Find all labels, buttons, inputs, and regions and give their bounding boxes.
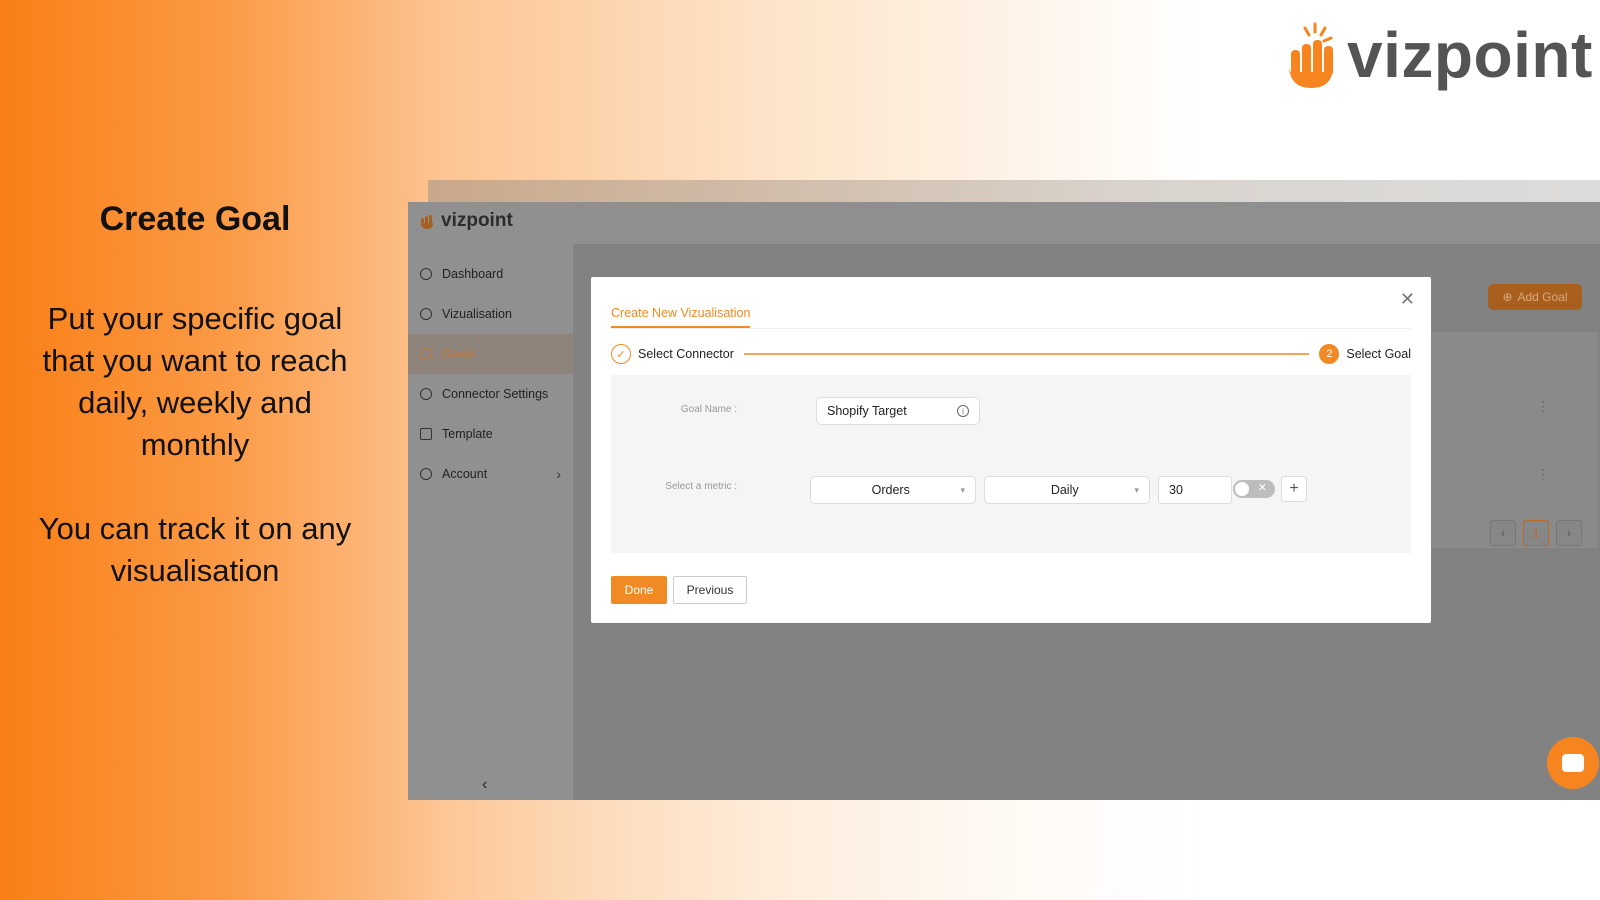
chat-icon	[1562, 754, 1584, 772]
goal-name-input[interactable]: Shopify Target i	[816, 397, 980, 425]
brand-name: vizpoint	[1347, 19, 1593, 91]
stepper: ✓ Select Connector 2 Select Goal	[611, 343, 1411, 365]
toggle-knob	[1235, 482, 1249, 496]
goal-form: Goal Name : Shopify Target i Select a me…	[611, 375, 1411, 553]
hand-logo-icon	[1289, 22, 1333, 88]
app-header	[408, 202, 1600, 244]
plus-icon: +	[1289, 480, 1299, 497]
chevron-down-icon: ▾	[1134, 484, 1139, 495]
chat-button[interactable]	[1547, 737, 1599, 789]
hand-logo-icon	[421, 215, 433, 229]
hero-description: Put your specific goal that you want to …	[42, 301, 348, 462]
sidebar-item-label: Template	[442, 427, 493, 441]
chevron-down-icon: ▾	[960, 484, 965, 495]
step-label: Select Connector	[638, 347, 734, 361]
gear-icon	[420, 388, 432, 400]
period-value: Daily	[1050, 483, 1079, 497]
sidebar-logo[interactable]: vizpoint	[420, 210, 513, 232]
plus-circle-icon: ⊕	[1502, 290, 1513, 304]
sidebar-item-template[interactable]: Template	[408, 414, 573, 454]
sidebar-item-label: Vizualisation	[442, 307, 512, 321]
step-label: Select Goal	[1346, 347, 1411, 361]
window-top-strip	[428, 180, 1600, 202]
goal-toggle[interactable]: ✕	[1233, 480, 1275, 498]
row-menu-icon[interactable]: ⋮	[1536, 398, 1550, 415]
user-icon	[420, 468, 432, 480]
info-icon[interactable]: i	[957, 405, 969, 417]
goal-name-value: Shopify Target	[827, 404, 907, 418]
sidebar-logo-text: vizpoint	[441, 210, 513, 231]
create-goal-modal: ✕ Create New Vizualisation ✓ Select Conn…	[591, 277, 1431, 623]
add-goal-button[interactable]: ⊕ Add Goal	[1488, 284, 1582, 310]
hero-title: Create Goal	[99, 200, 291, 238]
close-icon: ✕	[1257, 482, 1267, 494]
step-number: 2	[1319, 344, 1340, 364]
pagination-page[interactable]: 1	[1523, 520, 1549, 546]
goal-name-label: Goal Name :	[680, 404, 737, 415]
sidebar-item-label: Account	[442, 467, 488, 481]
sidebar-item-label: Connector Settings	[442, 387, 549, 401]
row-menu-icon[interactable]: ⋮	[1536, 466, 1550, 483]
sidebar-item-account[interactable]: Account ›	[408, 454, 573, 494]
sidebar-item-label: Goals	[442, 347, 475, 361]
period-select[interactable]: Daily ▾	[984, 476, 1150, 504]
target-value: 30	[1169, 483, 1183, 497]
tab-create-new-vizualisation[interactable]: Create New Vizualisation	[611, 306, 751, 328]
target-icon	[420, 348, 432, 360]
hero-subdescription: You can track it on any visualisation	[38, 511, 352, 588]
brand-logo: vizpoint	[1285, 18, 1593, 92]
sidebar-nav: Dashboard Vizualisation Goals Connector …	[408, 254, 573, 494]
tab-divider	[611, 328, 1411, 329]
background-fade	[400, 800, 1600, 900]
add-goal-label: Add Goal	[1517, 290, 1568, 304]
metric-label: Select a metric :	[665, 481, 737, 492]
add-metric-button[interactable]: +	[1281, 476, 1307, 502]
close-icon[interactable]: ✕	[1400, 289, 1415, 310]
pagination-next[interactable]: ›	[1556, 520, 1582, 546]
target-value-input[interactable]: 30	[1158, 476, 1232, 504]
metric-value: Orders	[871, 483, 910, 497]
template-icon	[420, 428, 432, 440]
previous-button[interactable]: Previous	[673, 576, 747, 604]
sidebar-item-vizualisation[interactable]: Vizualisation	[408, 294, 573, 334]
step-connector-line	[743, 353, 1310, 355]
pagination-prev[interactable]: ‹	[1490, 520, 1516, 546]
sidebar-item-goals[interactable]: Goals	[408, 334, 573, 374]
metric-select[interactable]: Orders ▾	[810, 476, 976, 504]
sidebar: vizpoint Dashboard Vizualisation Goals C…	[408, 202, 573, 800]
dashboard-icon	[420, 268, 432, 280]
chart-icon	[420, 308, 432, 320]
sidebar-item-connector-settings[interactable]: Connector Settings	[408, 374, 573, 414]
check-icon: ✓	[611, 344, 631, 364]
sidebar-item-dashboard[interactable]: Dashboard	[408, 254, 573, 294]
done-button[interactable]: Done	[611, 576, 667, 604]
chevron-right-icon: ›	[556, 466, 561, 482]
chevron-left-icon[interactable]: ‹	[482, 776, 487, 794]
sidebar-item-label: Dashboard	[442, 267, 504, 281]
